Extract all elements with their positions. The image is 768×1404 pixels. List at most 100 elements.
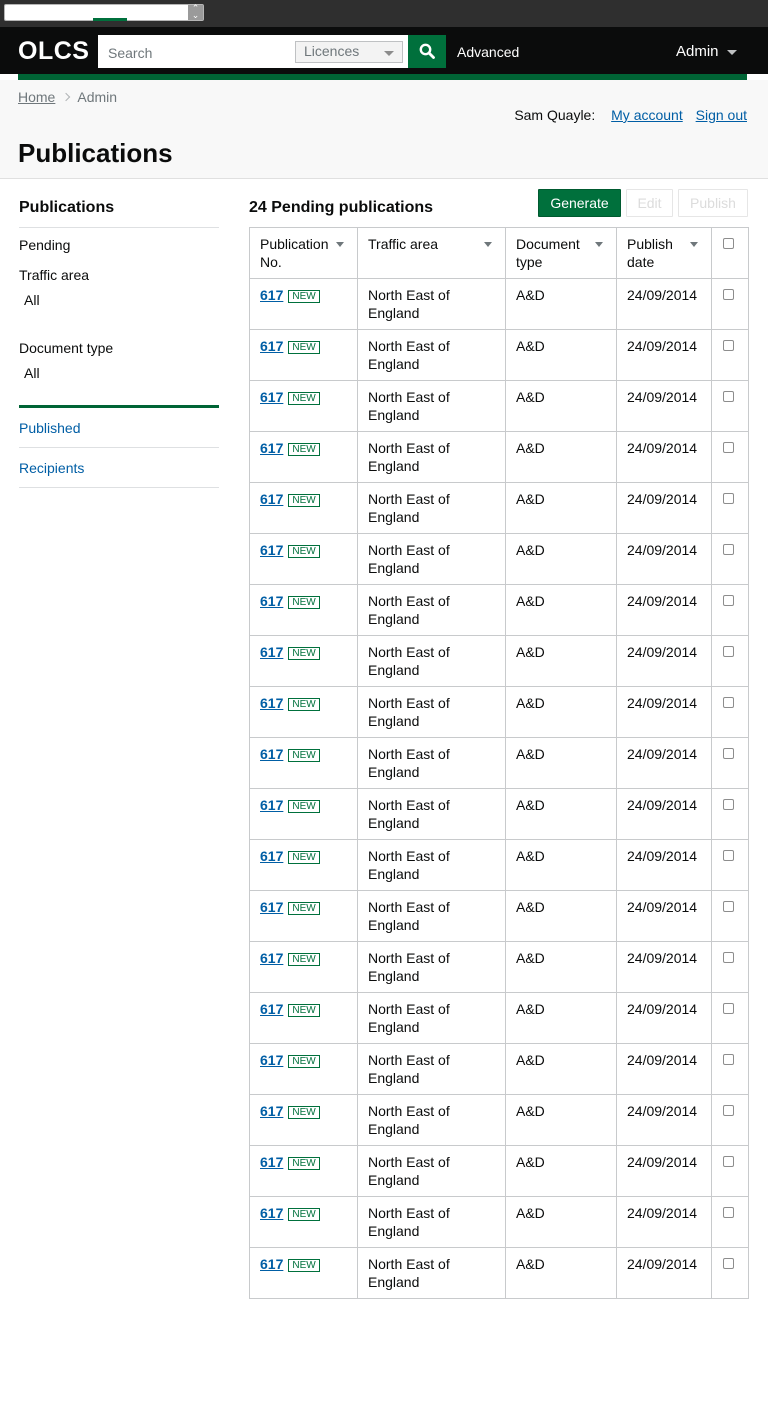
document-type-cell: A&D — [505, 992, 617, 1044]
sort-icon[interactable] — [336, 242, 344, 247]
document-type-cell: A&D — [505, 788, 617, 840]
publication-no-link[interactable]: 617 — [260, 1205, 283, 1221]
row-select-checkbox[interactable] — [723, 289, 734, 300]
document-type-cell: A&D — [505, 1145, 617, 1197]
publication-no-link[interactable]: 617 — [260, 593, 283, 609]
select-cell — [711, 1043, 749, 1095]
row-select-checkbox[interactable] — [723, 340, 734, 351]
site-logo[interactable]: OLCS — [18, 37, 89, 66]
search-button[interactable] — [408, 35, 446, 68]
publication-no-link[interactable]: 617 — [260, 338, 283, 354]
traffic-area-cell: North East of England — [357, 1145, 506, 1197]
document-type-filter[interactable]: All — [19, 365, 219, 381]
row-select-checkbox[interactable] — [723, 646, 734, 657]
advanced-search-link[interactable]: Advanced — [457, 44, 519, 60]
column-header-select-all — [711, 227, 749, 279]
sign-out-link[interactable]: Sign out — [696, 107, 747, 123]
select-cell — [711, 1196, 749, 1248]
publication-no-link[interactable]: 617 — [260, 440, 283, 456]
traffic-area-cell: North East of England — [357, 686, 506, 738]
row-select-checkbox[interactable] — [723, 952, 734, 963]
publication-no-link[interactable]: 617 — [260, 695, 283, 711]
column-header-document-type[interactable]: Document type — [505, 227, 617, 279]
publication-no-link[interactable]: 617 — [260, 746, 283, 762]
search-scope-select[interactable]: Licences — [295, 41, 403, 63]
publication-no-link[interactable]: 617 — [260, 1103, 283, 1119]
row-select-checkbox[interactable] — [723, 901, 734, 912]
row-select-checkbox[interactable] — [723, 697, 734, 708]
new-badge: NEW — [288, 851, 320, 864]
sort-icon[interactable] — [595, 242, 603, 247]
search-input[interactable] — [98, 35, 293, 68]
publication-no-link[interactable]: 617 — [260, 797, 283, 813]
document-type-cell: A&D — [505, 329, 617, 381]
select-cell — [711, 890, 749, 942]
row-select-checkbox[interactable] — [723, 544, 734, 555]
environment-select[interactable]: ⌃ ⌄ — [4, 4, 204, 21]
traffic-area-filter[interactable]: All — [19, 292, 219, 308]
document-type-cell: A&D — [505, 380, 617, 432]
publication-no-link[interactable]: 617 — [260, 287, 283, 303]
document-type-cell: A&D — [505, 1247, 617, 1299]
sidebar-item-pending[interactable]: Pending — [19, 237, 219, 253]
document-type-cell: A&D — [505, 686, 617, 738]
publication-no-cell: 617 NEW — [249, 482, 358, 534]
publication-no-link[interactable]: 617 — [260, 899, 283, 915]
publication-no-link[interactable]: 617 — [260, 491, 283, 507]
table-header-row: Publication No. Traffic area Document ty… — [249, 227, 749, 279]
publication-no-link[interactable]: 617 — [260, 644, 283, 660]
generate-button[interactable]: Generate — [538, 189, 621, 217]
publication-no-link[interactable]: 617 — [260, 1001, 283, 1017]
row-select-checkbox[interactable] — [723, 391, 734, 402]
column-header-traffic-area[interactable]: Traffic area — [357, 227, 506, 279]
sort-icon[interactable] — [484, 242, 492, 247]
new-badge: NEW — [288, 800, 320, 813]
publication-no-link[interactable]: 617 — [260, 1256, 283, 1272]
publication-no-link[interactable]: 617 — [260, 542, 283, 558]
select-cell — [711, 839, 749, 891]
row-select-checkbox[interactable] — [723, 1156, 734, 1167]
admin-menu[interactable]: Admin — [676, 43, 737, 60]
table-row: 617 NEW North East of England A&D 24/09/2014 — [249, 1196, 749, 1248]
row-select-checkbox[interactable] — [723, 850, 734, 861]
publication-no-link[interactable]: 617 — [260, 1052, 283, 1068]
select-all-checkbox[interactable] — [723, 238, 734, 249]
row-select-checkbox[interactable] — [723, 595, 734, 606]
my-account-link[interactable]: My account — [611, 107, 683, 123]
breadcrumb-current: Admin — [77, 89, 118, 105]
row-select-checkbox[interactable] — [723, 748, 734, 759]
stepper-icon[interactable]: ⌃ ⌄ — [188, 4, 203, 20]
row-select-checkbox[interactable] — [723, 1207, 734, 1218]
column-header-publication-no[interactable]: Publication No. — [249, 227, 358, 279]
new-badge: NEW — [288, 953, 320, 966]
select-cell — [711, 992, 749, 1044]
row-select-checkbox[interactable] — [723, 1054, 734, 1065]
breadcrumb-home-link[interactable]: Home — [18, 89, 55, 105]
sidebar-title: Publications — [19, 199, 219, 228]
page-title: Publications — [18, 138, 173, 168]
select-cell — [711, 1094, 749, 1146]
row-select-checkbox[interactable] — [723, 1258, 734, 1269]
row-select-checkbox[interactable] — [723, 493, 734, 504]
publication-no-link[interactable]: 617 — [260, 848, 283, 864]
publication-no-link[interactable]: 617 — [260, 389, 283, 405]
traffic-area-cell: North East of England — [357, 1196, 506, 1248]
column-header-publish-date[interactable]: Publish date — [616, 227, 712, 279]
new-badge: NEW — [288, 1004, 320, 1017]
row-select-checkbox[interactable] — [723, 799, 734, 810]
row-select-checkbox[interactable] — [723, 442, 734, 453]
sort-icon[interactable] — [690, 242, 698, 247]
publish-date-cell: 24/09/2014 — [616, 431, 712, 483]
sidebar-item-recipients[interactable]: Recipients — [19, 448, 219, 488]
publish-date-cell: 24/09/2014 — [616, 278, 712, 330]
publish-button[interactable]: Publish — [678, 189, 748, 217]
publication-no-link[interactable]: 617 — [260, 950, 283, 966]
row-select-checkbox[interactable] — [723, 1003, 734, 1014]
document-type-cell: A&D — [505, 839, 617, 891]
site-header: OLCS Licences Advanced Admin — [0, 27, 768, 74]
sidebar-item-published[interactable]: Published — [19, 408, 219, 448]
edit-button[interactable]: Edit — [626, 189, 673, 217]
row-select-checkbox[interactable] — [723, 1105, 734, 1116]
traffic-area-cell: North East of England — [357, 482, 506, 534]
publication-no-link[interactable]: 617 — [260, 1154, 283, 1170]
